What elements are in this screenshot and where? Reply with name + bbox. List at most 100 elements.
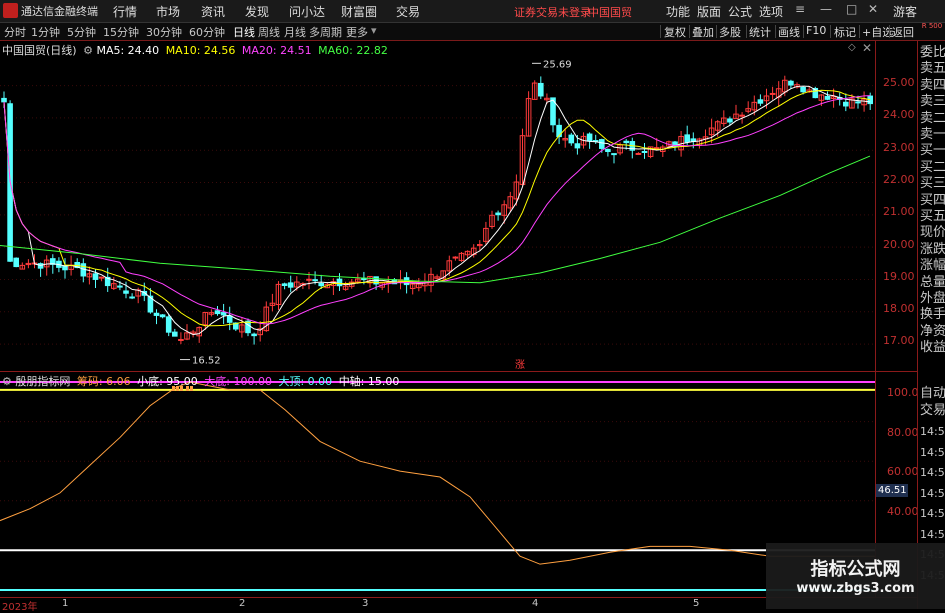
candle-down (245, 320, 251, 334)
side-label: 涨幅 (920, 258, 945, 274)
tab-60min[interactable]: 60分钟 (189, 24, 225, 40)
date-tick: 1 (62, 598, 69, 609)
mark-button[interactable]: 标记 (834, 24, 856, 40)
candle-up (739, 114, 745, 117)
rise-marker: 涨 (515, 359, 525, 371)
current-indicator-value: 46.51 (876, 484, 908, 497)
menu-layout[interactable]: 版面 (697, 3, 721, 20)
price-tick: 19.00 (883, 270, 915, 283)
price-tick: 25.00 (883, 76, 915, 89)
tick-time: 14:56 (920, 527, 945, 541)
watermark-title: 指标公式网 (810, 559, 901, 580)
candle-down (153, 312, 160, 316)
menu-wealth[interactable]: 财富圈 (341, 3, 377, 20)
menu-quotes[interactable]: 行情 (113, 3, 137, 20)
back-button[interactable]: 返回 (892, 24, 914, 40)
tab-more[interactable]: 更多 (346, 24, 368, 40)
guest-user[interactable]: 游客 (893, 3, 917, 20)
candle-down (495, 212, 501, 216)
draw-line-button[interactable]: 画线 (778, 24, 800, 40)
candle-down (251, 333, 257, 337)
close-pane-icon[interactable]: ✕ (862, 41, 872, 55)
tick-time: 14:56 (920, 486, 945, 500)
date-tick: 3 (362, 598, 369, 609)
indicator-settings-icon[interactable]: ⚙ (2, 375, 12, 388)
menu-market[interactable]: 市场 (156, 3, 180, 20)
diamond-icon[interactable]: ◇ (848, 42, 856, 53)
tab-5min[interactable]: 5分钟 (67, 24, 96, 40)
param-axis: 中轴: 15.00 (338, 375, 400, 388)
low-price-label: 16.52 (192, 356, 221, 367)
candle-down (788, 80, 794, 86)
maximize-icon[interactable]: □ (846, 2, 857, 16)
tab-intraday[interactable]: 分时 (4, 24, 26, 40)
candle-up (178, 339, 184, 342)
side-label: 买二 (920, 159, 945, 175)
candlestick-chart[interactable]: 25.69 16.52 涨 (0, 41, 875, 371)
candle-down (318, 282, 324, 287)
tab-15min[interactable]: 15分钟 (103, 24, 139, 40)
close-icon[interactable]: ✕ (868, 2, 878, 16)
price-tick: 21.00 (883, 205, 915, 218)
chart-name: 中国国贸(日线) (2, 44, 77, 57)
stock-title: 中国国贸 (588, 6, 632, 19)
price-tick: 23.00 (883, 141, 915, 154)
tick-time: 14:56 (920, 466, 945, 479)
side-label: 买五 (920, 209, 945, 224)
candle-down (1, 97, 7, 103)
quote-side-panel: 委比 卖五 卖四 卖三 卖二 卖一 买一 买二 买三 买四 买五 现价 涨跌 涨幅 总量 外盘 换手 净资 收益 自动… (917, 41, 945, 609)
param-chip: 筹码: 6.06 (76, 375, 131, 388)
f10-button[interactable]: F10 (806, 24, 826, 37)
menu-icon[interactable]: ≡ (795, 2, 805, 16)
auto-label[interactable]: 自动 (920, 386, 945, 401)
more-chevron-icon[interactable]: ▾ (371, 24, 377, 37)
app-logo-icon (3, 3, 18, 18)
price-tick: 18.00 (883, 302, 915, 315)
login-warning[interactable]: 证券交易未登录 (514, 4, 591, 20)
ma60-line (0, 155, 871, 284)
side-label: 买一 (920, 143, 945, 159)
stats-button[interactable]: 统计 (749, 24, 771, 40)
tab-daily[interactable]: 日线 (233, 24, 255, 40)
candle-down (123, 290, 129, 294)
menu-formula[interactable]: 公式 (728, 3, 752, 20)
pane-divider[interactable] (0, 371, 917, 372)
param-big-bottom: 大底: 100.00 (204, 375, 272, 388)
candle-down (226, 315, 233, 323)
tick-time: 14:56 (920, 507, 945, 520)
indicator-chart[interactable] (0, 372, 875, 597)
adjust-button[interactable]: 复权 (664, 24, 686, 40)
side-label: 收益 (920, 340, 945, 356)
candle-down (757, 99, 764, 104)
menu-trade[interactable]: 交易 (396, 3, 420, 20)
candle-down (605, 148, 611, 152)
side-label: 卖四 (920, 77, 945, 93)
tab-30min[interactable]: 30分钟 (146, 24, 182, 40)
indicator-panel[interactable]: ⚙ 殷朋指标网 筹码: 6.06 小底: 95.00 大底: 100.00 大顶… (0, 372, 875, 597)
ma20-label: MA20: 24.51 (241, 44, 312, 57)
candle-down (824, 95, 831, 100)
menu-discover[interactable]: 发现 (245, 3, 269, 20)
overlay-button[interactable]: 叠加 (692, 24, 714, 40)
side-label: 净资 (920, 323, 945, 339)
tab-1min[interactable]: 1分钟 (31, 24, 60, 40)
multi-stock-button[interactable]: 多股 (719, 24, 741, 40)
param-big-top: 大顶: 0.00 (278, 375, 333, 388)
menu-news[interactable]: 资讯 (201, 3, 225, 20)
tab-weekly[interactable]: 周线 (258, 24, 280, 40)
menu-assistant[interactable]: 问小达 (289, 3, 325, 20)
candle-down (727, 118, 733, 123)
tab-multi-period[interactable]: 多周期 (309, 24, 342, 40)
tab-monthly[interactable]: 月线 (284, 24, 306, 40)
toolbar-divider (660, 25, 661, 38)
menu-function[interactable]: 功能 (666, 3, 690, 20)
trade-label[interactable]: 交易 (920, 403, 945, 418)
settings-gear-icon[interactable]: ⚙ (83, 44, 93, 57)
chip-line (0, 381, 875, 565)
candle-down (599, 139, 605, 149)
candle-down (281, 283, 288, 287)
minimize-icon[interactable]: — (820, 2, 832, 16)
main-chart-panel[interactable]: 25.69 16.52 涨 中国国贸(日线) ⚙ MA5: 24.40 MA10: … (0, 41, 875, 371)
menu-options[interactable]: 选项 (759, 3, 783, 20)
candle-up (98, 276, 105, 279)
